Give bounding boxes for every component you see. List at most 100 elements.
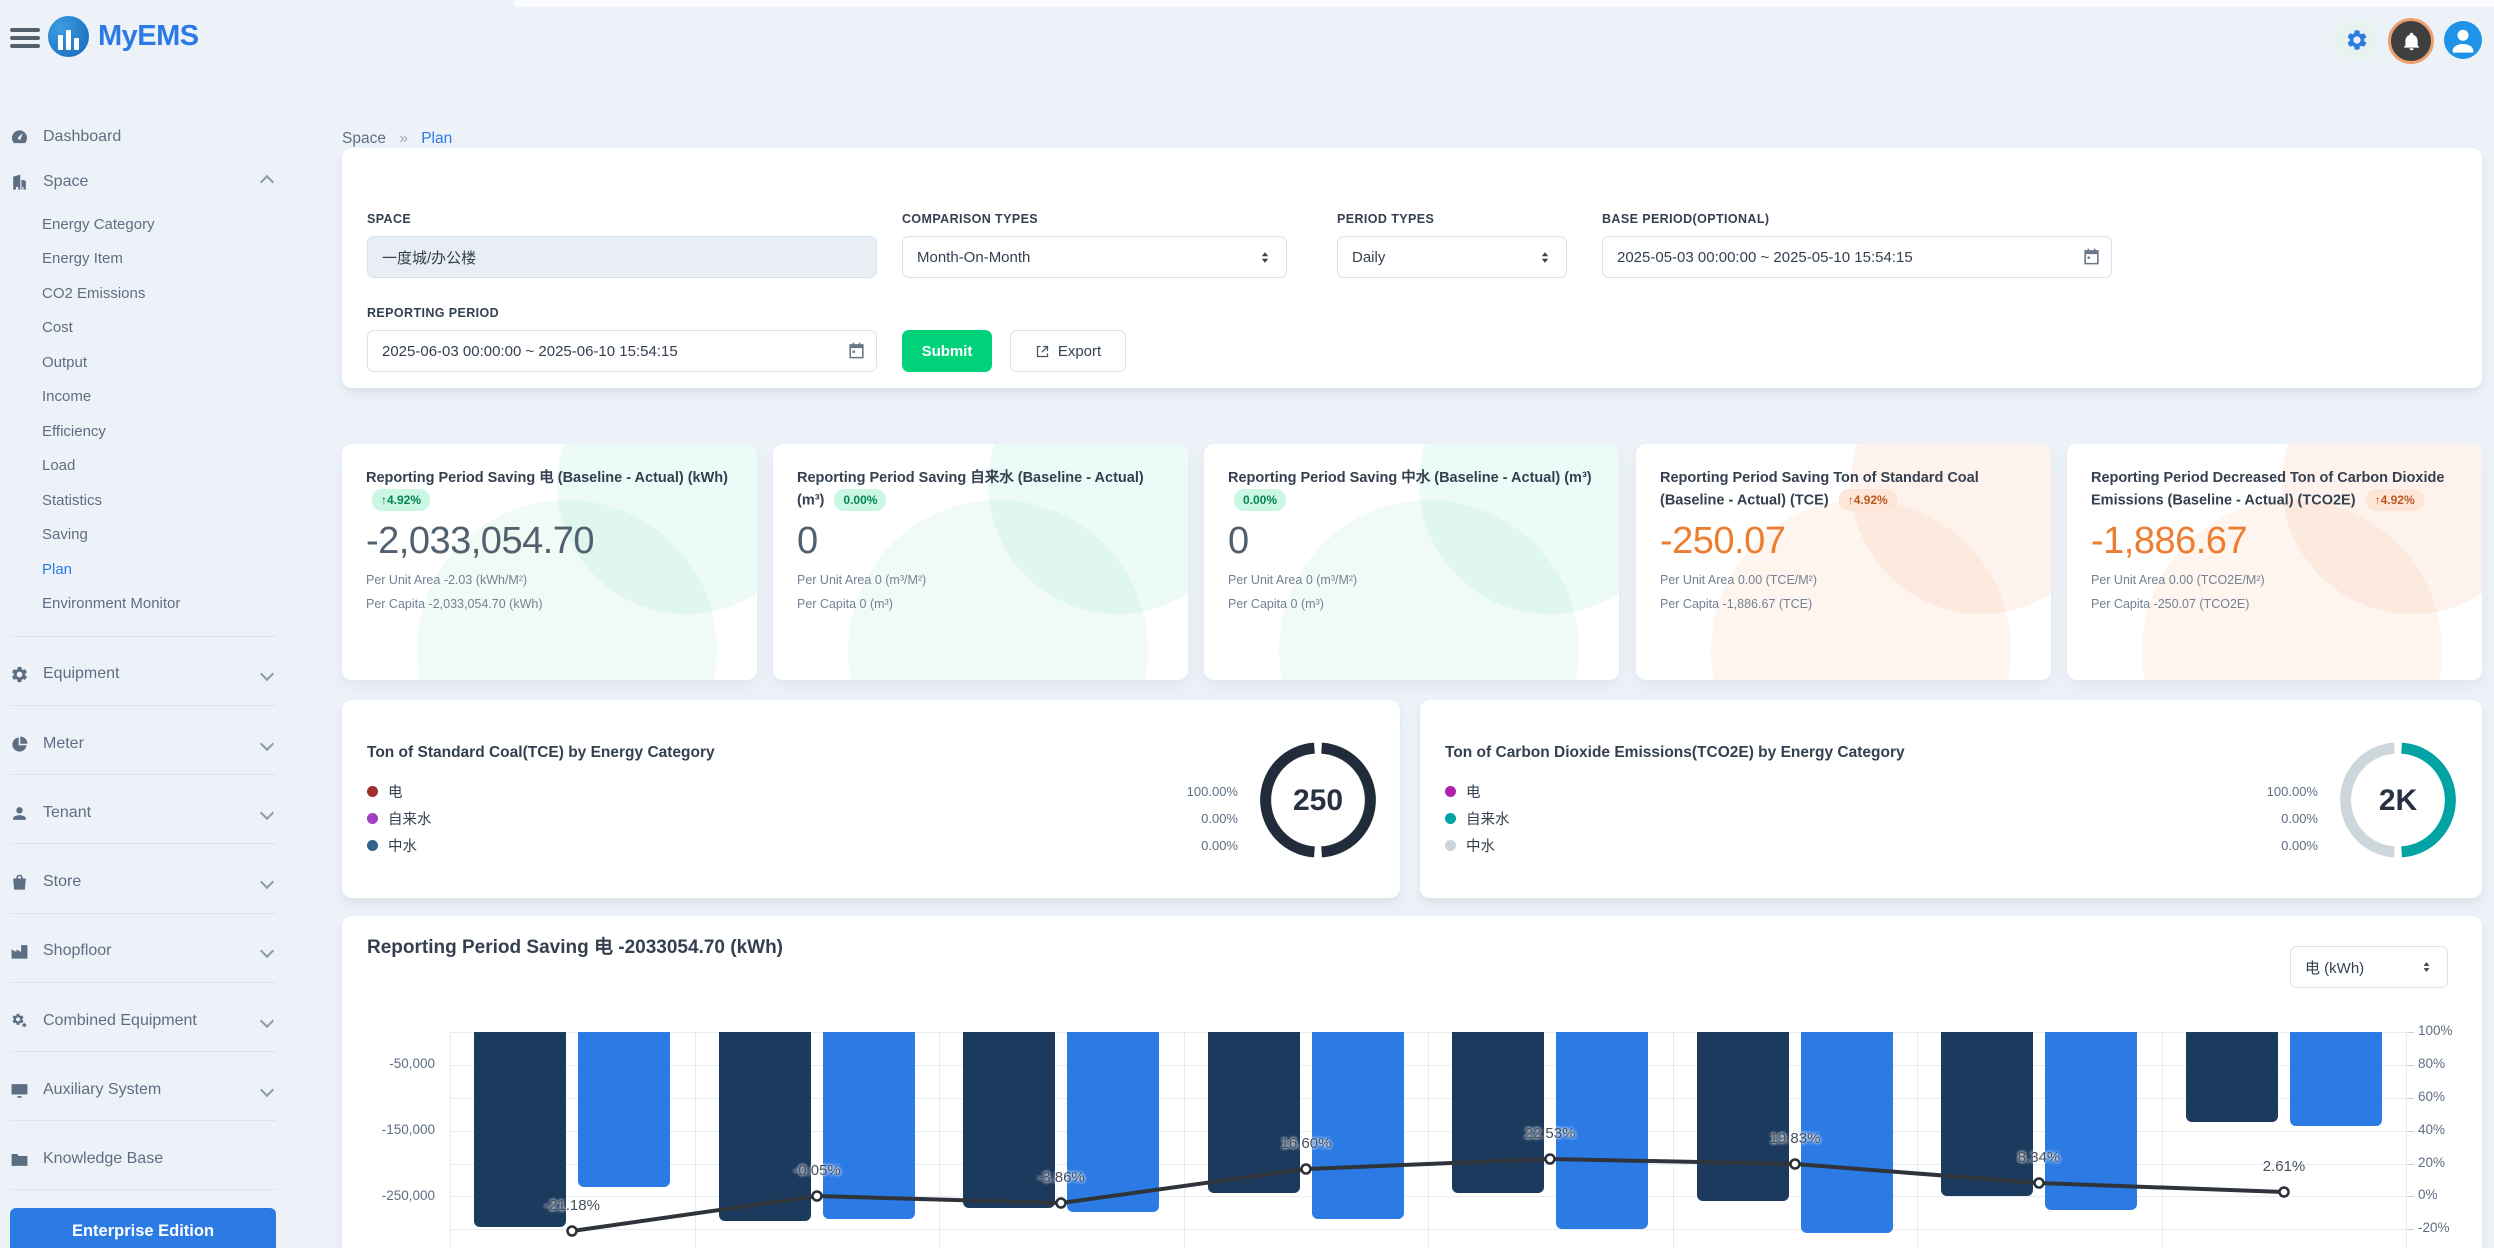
period-types-value: Daily <box>1352 249 1385 266</box>
user-icon <box>10 804 29 823</box>
sidebar-subitem-output[interactable]: Output <box>42 347 282 377</box>
sidebar-subitem-statistics[interactable]: Statistics <box>42 485 282 515</box>
chevron-down-icon <box>260 1014 274 1028</box>
stat-card: Reporting Period Decreased Ton of Carbon… <box>2067 444 2482 680</box>
hamburger-menu-button[interactable] <box>10 28 40 50</box>
stat-card-title: Reporting Period Saving 电 (Baseline - Ac… <box>366 468 733 512</box>
notifications-button[interactable] <box>2388 18 2434 64</box>
bar-actual[interactable] <box>1312 1032 1404 1219</box>
comparison-types-select[interactable]: Month-On-Month <box>902 236 1287 278</box>
bar-baseline[interactable] <box>1697 1032 1789 1201</box>
bar-baseline[interactable] <box>1452 1032 1544 1193</box>
enterprise-edition-button[interactable]: Enterprise Edition <box>10 1208 276 1248</box>
hamburger-icon <box>10 28 40 32</box>
line-point-label: 2.61% <box>2224 1158 2344 1175</box>
sidebar-item-tenant[interactable]: Tenant <box>10 798 286 828</box>
sidebar-subitem-efficiency[interactable]: Efficiency <box>42 416 282 446</box>
space-label: SPACE <box>367 212 411 226</box>
sidebar-item-space[interactable]: Space <box>10 167 286 197</box>
export-icon <box>1035 344 1050 359</box>
breadcrumb-separator: » <box>399 130 408 147</box>
y-left-tick-label: -150,000 <box>325 1122 435 1137</box>
pie-icon <box>10 735 29 754</box>
chevron-down-icon <box>260 806 274 820</box>
sidebar-item-label: Space <box>43 173 88 191</box>
chevron-up-icon <box>260 175 274 189</box>
stat-card-subline: Per Capita -1,886.67 (TCE) <box>1660 597 2027 611</box>
line-point-label: -3.86% <box>1001 1169 1121 1186</box>
sidebar-item-meter[interactable]: Meter <box>10 729 286 759</box>
sidebar-item-dashboard[interactable]: Dashboard <box>10 122 286 152</box>
axis-tick <box>2406 1131 2414 1132</box>
reporting-period-label: REPORTING PERIOD <box>367 306 499 320</box>
gridline <box>1673 1032 1674 1248</box>
line-point-label: 19.83% <box>1735 1130 1855 1147</box>
stat-card-value: -250.07 <box>1660 520 2027 563</box>
sidebar-divider <box>10 913 276 914</box>
gridline <box>2406 1032 2407 1248</box>
folder-icon <box>10 1150 29 1169</box>
comparison-types-value: Month-On-Month <box>917 249 1030 266</box>
sidebar-subitem-cost[interactable]: Cost <box>42 313 282 343</box>
filter-form-card: SPACE COMPARISON TYPES Month-On-Month PE… <box>342 148 2482 388</box>
brand-logo[interactable]: MyEMS <box>48 16 199 57</box>
sidebar-item-knowledge-base[interactable]: Knowledge Base <box>10 1144 286 1174</box>
sidebar-divider <box>10 843 276 844</box>
sidebar-subitem-energy-item[interactable]: Energy Item <box>42 244 282 274</box>
line-point-label: 8.34% <box>1979 1149 2099 1166</box>
bar-actual[interactable] <box>2045 1032 2137 1210</box>
sidebar-item-auxiliary-system[interactable]: Auxiliary System <box>10 1075 286 1105</box>
settings-button[interactable] <box>2335 18 2379 62</box>
breadcrumb-space[interactable]: Space <box>342 130 386 147</box>
change-badge: 0.00% <box>834 489 886 511</box>
sidebar-subitem-saving[interactable]: Saving <box>42 520 282 550</box>
sidebar-subitem-energy-category[interactable]: Energy Category <box>42 209 282 239</box>
sidebar-item-shopfloor[interactable]: Shopfloor <box>10 936 286 966</box>
user-avatar-icon <box>2444 21 2482 59</box>
bar-actual[interactable] <box>578 1032 670 1187</box>
bar-baseline[interactable] <box>1941 1032 2033 1196</box>
base-period-input[interactable] <box>1602 236 2112 278</box>
sidebar-divider <box>10 1189 276 1190</box>
bar-actual[interactable] <box>823 1032 915 1219</box>
sidebar-divider <box>10 982 276 983</box>
sidebar-item-store[interactable]: Store <box>10 867 286 897</box>
bar-baseline[interactable] <box>719 1032 811 1221</box>
gridline <box>2162 1032 2163 1248</box>
sidebar-subitem-load[interactable]: Load <box>42 451 282 481</box>
y-right-tick-label: 100% <box>2418 1023 2453 1038</box>
sidebar-divider <box>10 705 276 706</box>
bar-baseline[interactable] <box>1208 1032 1300 1193</box>
sidebar-subitem-co2-emissions[interactable]: CO2 Emissions <box>42 278 282 308</box>
stat-card-subline: Per Capita -2,033,054.70 (kWh) <box>366 597 733 611</box>
sidebar-item-label: Equipment <box>43 665 120 683</box>
change-badge: ↑4.92% <box>1839 489 1897 511</box>
bar-actual[interactable] <box>2290 1032 2382 1126</box>
export-label: Export <box>1058 343 1101 360</box>
period-types-select[interactable]: Daily <box>1337 236 1567 278</box>
gridline <box>1184 1032 1185 1248</box>
submit-button[interactable]: Submit <box>902 330 992 372</box>
profile-button[interactable] <box>2444 21 2482 59</box>
sidebar-item-equipment[interactable]: Equipment <box>10 659 286 689</box>
sidebar-item-label: Tenant <box>43 804 91 822</box>
breadcrumb: Space » Plan <box>342 130 452 148</box>
line-point-label: -0.05% <box>757 1162 877 1179</box>
gear-icon <box>2345 28 2369 52</box>
sidebar-divider <box>10 774 276 775</box>
stat-card-subline: Per Unit Area -2.03 (kWh/M²) <box>366 573 733 587</box>
sidebar-subitem-income[interactable]: Income <box>42 382 282 412</box>
chart-unit-select[interactable]: 电 (kWh) <box>2290 946 2448 988</box>
reporting-period-input[interactable] <box>367 330 877 372</box>
sidebar-subitem-plan[interactable]: Plan <box>42 554 282 584</box>
stat-card-subline: Per Capita 0 (m³) <box>1228 597 1595 611</box>
sidebar-subitem-environment-monitor[interactable]: Environment Monitor <box>42 589 282 619</box>
donut-card: Ton of Standard Coal(TCE) by Energy Cate… <box>342 700 1400 898</box>
space-input[interactable] <box>367 236 877 278</box>
bar-baseline[interactable] <box>2186 1032 2278 1122</box>
sidebar-item-combined-equipment[interactable]: Combined Equipment <box>10 1006 286 1036</box>
chevron-down-icon <box>260 944 274 958</box>
export-button[interactable]: Export <box>1010 330 1126 372</box>
sidebar-divider <box>10 1051 276 1052</box>
sidebar-item-label: Combined Equipment <box>43 1012 197 1030</box>
